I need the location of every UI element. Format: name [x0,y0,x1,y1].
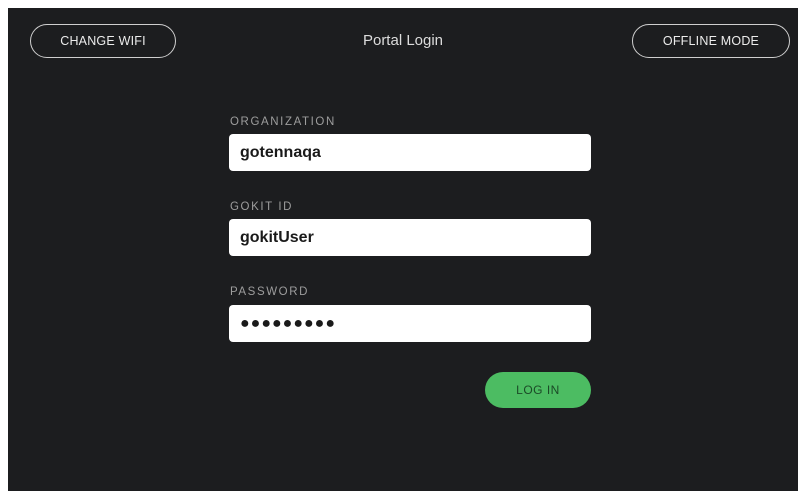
password-label: PASSWORD [230,286,310,298]
organization-input[interactable] [229,134,591,171]
organization-label: ORGANIZATION [230,116,336,128]
offline-mode-button[interactable]: OFFLINE MODE [632,24,790,58]
login-button[interactable]: LOG IN [485,372,591,408]
login-screen: CHANGE WIFI Portal Login OFFLINE MODE OR… [8,8,798,491]
gokit-id-input[interactable] [229,219,591,256]
password-input[interactable] [229,305,591,342]
gokit-id-label: GOKIT ID [230,201,294,213]
